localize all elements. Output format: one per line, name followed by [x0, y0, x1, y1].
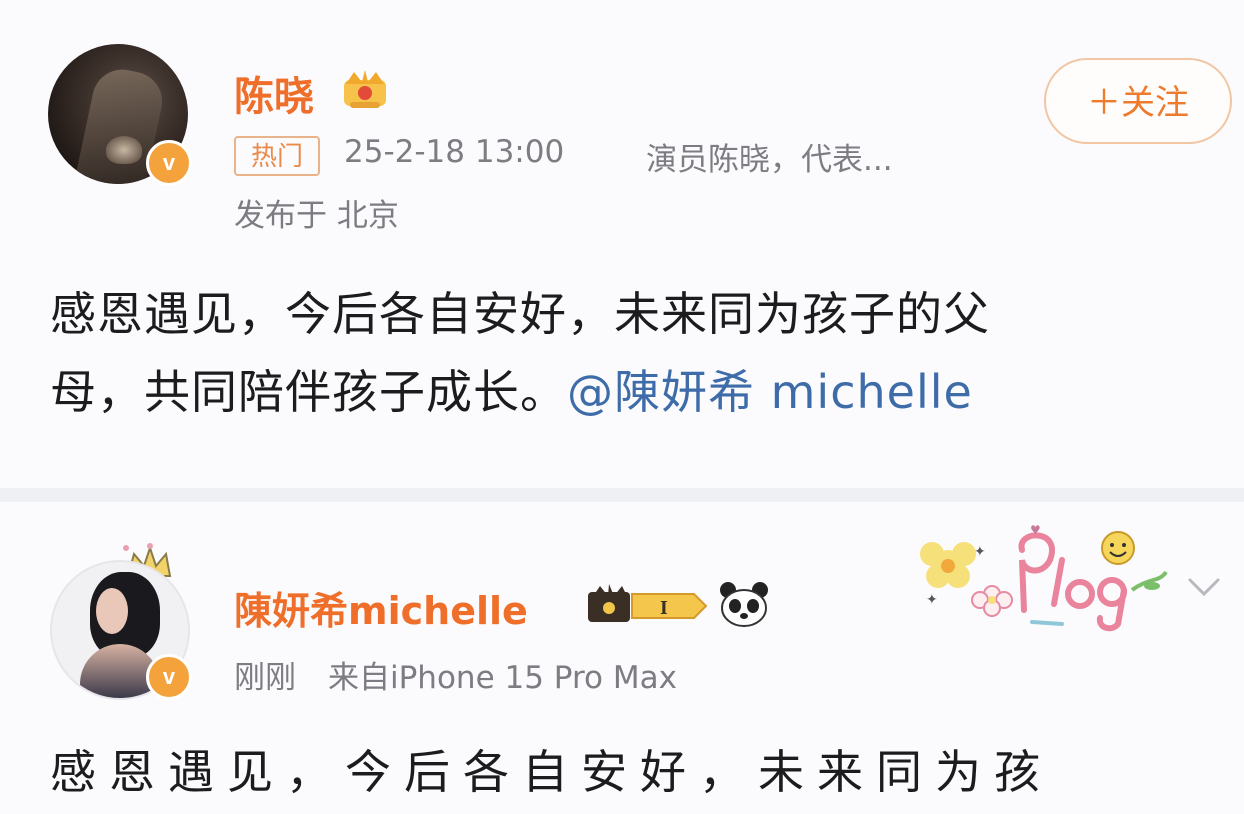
hot-tag[interactable]: 热门	[234, 136, 320, 176]
post-text-line: 感恩遇见，今后各自安好，未来同为孩子的父	[50, 287, 990, 341]
post-source: 来自iPhone 15 Pro Max	[328, 660, 677, 696]
svg-text:♥: ♥	[1030, 523, 1041, 537]
post-text-line: 母，共同陪伴孩子成长。@陳妍希 michelle	[50, 356, 973, 422]
post-time: 刚刚	[234, 660, 296, 696]
author-name[interactable]: 陳妍希michelle	[234, 580, 528, 635]
post-timestamp: 25-2-18 13:00	[344, 134, 565, 170]
plog-sticker: ✦ ✦ ♥	[912, 520, 1172, 632]
chevron-down-icon[interactable]	[1186, 574, 1222, 600]
svg-text:✦: ✦	[974, 544, 986, 560]
crown-icon	[344, 70, 386, 108]
post-text: 母，共同陪伴孩子成长。	[50, 365, 567, 419]
verified-v-icon: v	[146, 140, 192, 186]
crown-icon[interactable]: I	[586, 582, 710, 628]
author-bio: 演员陈晓，代表...	[646, 142, 893, 178]
avatar-glass	[106, 136, 142, 164]
follow-button[interactable]: ＋关注	[1044, 58, 1232, 144]
svg-text:✦: ✦	[926, 592, 938, 608]
author-name[interactable]: 陈晓	[234, 64, 314, 122]
mention-link[interactable]: @陳妍希 michelle	[567, 365, 973, 419]
post-text-line: 感恩遇见，今后各自安好，未来同为孩	[50, 745, 1053, 799]
weibo-feed: v 陈晓 ＋关注 热门 25-2-18 13:00 演员陈晓，代表... 发布于…	[0, 0, 1244, 814]
post-location: 发布于 北京	[234, 198, 399, 234]
post-card: v 陈晓 ＋关注 热门 25-2-18 13:00 演员陈晓，代表... 发布于…	[0, 0, 1244, 488]
avatar-face	[96, 588, 128, 634]
level-badge-text: I	[660, 597, 668, 619]
verified-v-icon: v	[146, 654, 192, 700]
panda-icon	[720, 582, 768, 627]
